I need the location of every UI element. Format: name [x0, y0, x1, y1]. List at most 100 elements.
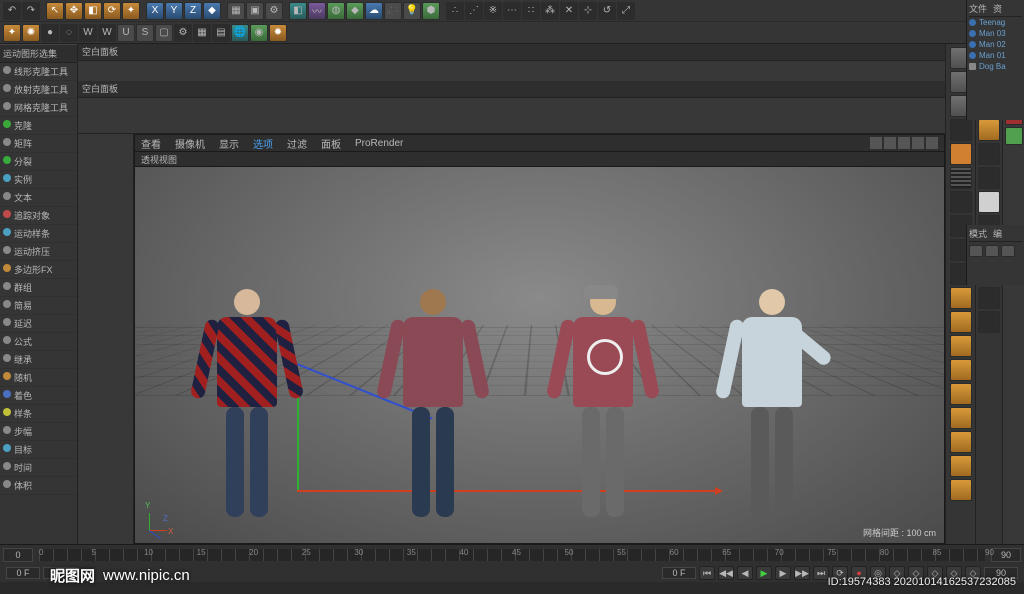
stripes-icon[interactable]	[950, 167, 972, 189]
box-icon[interactable]: ▢	[155, 24, 173, 42]
scale-tool-icon[interactable]: ◧	[84, 2, 102, 20]
mograph-item-16[interactable]: 样条	[0, 405, 77, 423]
axis-x-icon[interactable]: X	[146, 2, 164, 20]
mograph-icon[interactable]: ⬢	[422, 2, 440, 20]
mograph-item-3[interactable]: 实例	[0, 171, 77, 189]
step-back-icon[interactable]: ◀◀	[718, 566, 734, 580]
frame-end-field[interactable]: 90	[991, 548, 1021, 562]
mograph-item-4[interactable]: 文本	[0, 189, 77, 207]
snap-6-icon[interactable]: ⁂	[541, 2, 559, 20]
obj-tab-file[interactable]: 文件	[969, 2, 987, 15]
w2-icon[interactable]: W	[98, 24, 116, 42]
snap-1-icon[interactable]: ∴	[446, 2, 464, 20]
snap-3-icon[interactable]: ※	[484, 2, 502, 20]
mograph-item-20[interactable]: 体积	[0, 477, 77, 495]
mograph-item-11[interactable]: 延迟	[0, 315, 77, 333]
viewport-canvas[interactable]: X Y Z 网格间距 : 100 cm	[135, 167, 944, 543]
prev-frame-icon[interactable]: ◀	[737, 566, 753, 580]
mograph-item-1[interactable]: 矩阵	[0, 135, 77, 153]
mograph-item-17[interactable]: 步幅	[0, 423, 77, 441]
redo-icon[interactable]: ↷	[22, 2, 40, 20]
mode-tab-edit[interactable]: 编	[993, 227, 1002, 240]
mat-icon[interactable]: ▤	[212, 24, 230, 42]
frame-start-field[interactable]: 0	[3, 548, 33, 562]
next-frame-icon[interactable]: ▶	[775, 566, 791, 580]
model-man-plaid[interactable]	[192, 289, 302, 517]
mograph-item-13[interactable]: 继承	[0, 351, 77, 369]
object-row-0[interactable]: Teenag	[969, 17, 1022, 28]
undo-icon[interactable]: ↶	[3, 2, 21, 20]
card-7-icon[interactable]	[950, 431, 972, 453]
snap-5-icon[interactable]: ∷	[522, 2, 540, 20]
gear-icon[interactable]: ⚙	[174, 24, 192, 42]
card-5-icon[interactable]	[950, 383, 972, 405]
poly-sculpt-icon[interactable]: ✺	[22, 24, 40, 42]
w-icon[interactable]: W	[79, 24, 97, 42]
card-8-icon[interactable]	[950, 455, 972, 477]
u-icon[interactable]: U	[117, 24, 135, 42]
snap-2-icon[interactable]: ⋰	[465, 2, 483, 20]
blank-7-icon[interactable]	[978, 311, 1000, 333]
card-9-icon[interactable]	[950, 479, 972, 501]
mograph-item-7[interactable]: 运动挤压	[0, 243, 77, 261]
vp-menu-view[interactable]: 查看	[141, 136, 161, 151]
rec-mode-icon[interactable]: ●	[41, 24, 59, 42]
object-row-1[interactable]: Man 03	[969, 28, 1022, 39]
render-settings-icon[interactable]: ⚙	[265, 2, 283, 20]
render-region-icon[interactable]: ▣	[246, 2, 264, 20]
step-fwd-icon[interactable]: ▶▶	[794, 566, 810, 580]
snap-7-icon[interactable]: ✕	[560, 2, 578, 20]
star-icon[interactable]: ✹	[269, 24, 287, 42]
tex-icon[interactable]: ▦	[193, 24, 211, 42]
card-1-icon[interactable]	[950, 287, 972, 309]
vp-nav-4-icon[interactable]	[912, 137, 924, 149]
spare-row-2[interactable]: 空白面板	[78, 81, 945, 98]
m-badge-icon[interactable]	[978, 119, 1000, 141]
mograph-item-6[interactable]: 运动样条	[0, 225, 77, 243]
mograph-item-8[interactable]: 多边形FX	[0, 261, 77, 279]
vp-menu-display[interactable]: 显示	[219, 136, 239, 151]
frame-start-input[interactable]: 0 F	[6, 567, 40, 579]
card-6-icon[interactable]	[950, 407, 972, 429]
coord-system-icon[interactable]: ◆	[203, 2, 221, 20]
blank-2-icon[interactable]	[978, 167, 1000, 189]
model-man-shirt[interactable]	[717, 289, 827, 517]
axis-y-icon[interactable]: Y	[165, 2, 183, 20]
vp-nav-1-icon[interactable]	[870, 137, 882, 149]
mograph-item-5[interactable]: 追踪对象	[0, 207, 77, 225]
model-man-maroon[interactable]	[378, 289, 488, 517]
object-row-2[interactable]: Man 02	[969, 39, 1022, 50]
select-tool-icon[interactable]: ↖	[46, 2, 64, 20]
mograph-item-12[interactable]: 公式	[0, 333, 77, 351]
axis-z-icon[interactable]: Z	[184, 2, 202, 20]
left-item-0[interactable]: 线形克隆工具	[0, 63, 77, 81]
snap-9-icon[interactable]: ↺	[598, 2, 616, 20]
snap-10-icon[interactable]: ⤢	[617, 2, 635, 20]
model-teenager-cap[interactable]	[548, 289, 658, 517]
mode-pill-2[interactable]	[985, 245, 999, 257]
mograph-item-14[interactable]: 随机	[0, 369, 77, 387]
weight-icon[interactable]: ◌	[60, 24, 78, 42]
s-icon[interactable]: S	[136, 24, 154, 42]
vp-menu-options[interactable]: 选项	[253, 136, 273, 151]
mode-pill-3[interactable]	[1001, 245, 1015, 257]
l-shape-icon[interactable]	[950, 143, 972, 165]
rotate-tool-icon[interactable]: ⟳	[103, 2, 121, 20]
snap-4-icon[interactable]: ⋯	[503, 2, 521, 20]
globe-icon[interactable]: 🌐	[231, 24, 249, 42]
vp-nav-2-icon[interactable]	[884, 137, 896, 149]
camera-icon[interactable]: 🎥	[384, 2, 402, 20]
ring-icon[interactable]	[950, 191, 972, 213]
mograph-item-2[interactable]: 分裂	[0, 153, 77, 171]
generator-icon[interactable]: ◍	[327, 2, 345, 20]
move-tool-icon[interactable]: ✥	[65, 2, 83, 20]
poly-paint-icon[interactable]: ✦	[3, 24, 21, 42]
card-4-icon[interactable]	[950, 359, 972, 381]
timeline-track[interactable]: 051015202530354045505560657075808590	[39, 549, 985, 561]
vp-menu-panel[interactable]: 面板	[321, 136, 341, 151]
light-icon[interactable]: 💡	[403, 2, 421, 20]
mograph-item-18[interactable]: 目标	[0, 441, 77, 459]
snap-8-icon[interactable]: ⊹	[579, 2, 597, 20]
deformer-icon[interactable]: ◆	[346, 2, 364, 20]
object-row-3[interactable]: Man 01	[969, 50, 1022, 61]
